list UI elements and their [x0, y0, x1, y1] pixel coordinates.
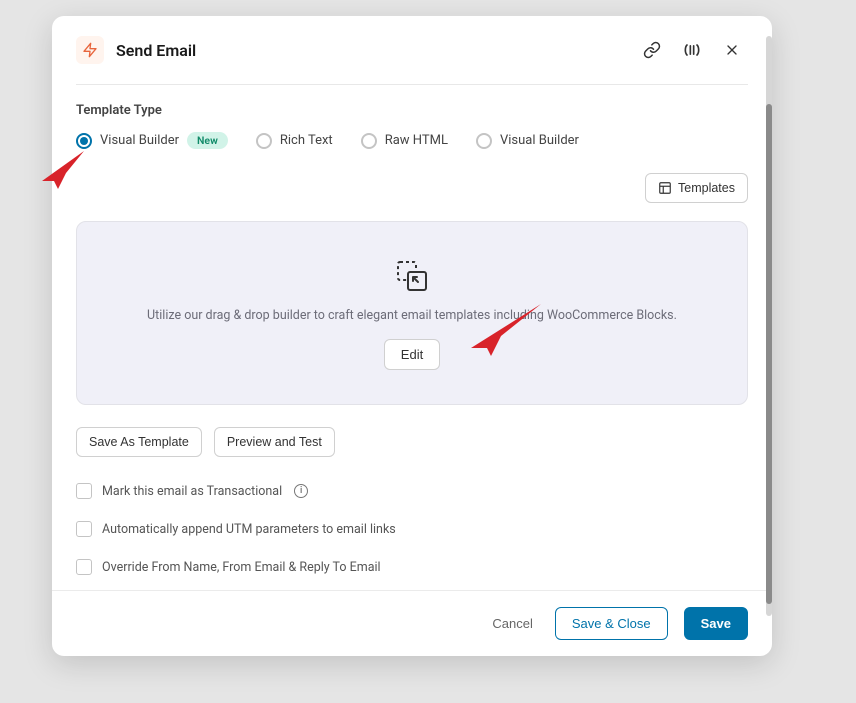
merge-tags-icon[interactable] [680, 38, 704, 62]
save-button[interactable]: Save [684, 607, 748, 640]
new-badge: New [187, 132, 228, 149]
checkbox-transactional[interactable]: Mark this email as Transactional i [76, 483, 748, 499]
templates-button-label: Templates [678, 181, 735, 195]
checkbox-icon [76, 559, 92, 575]
checkbox-override-from[interactable]: Override From Name, From Email & Reply T… [76, 559, 748, 575]
radio-icon [361, 133, 377, 149]
radio-visual-builder-2[interactable]: Visual Builder [476, 133, 579, 149]
template-type-radios: Visual Builder New Rich Text Raw HTML Vi… [76, 132, 748, 149]
edit-button[interactable]: Edit [384, 339, 440, 370]
lightning-icon [76, 36, 104, 64]
radio-label: Visual Builder [500, 133, 579, 148]
radio-rich-text[interactable]: Rich Text [256, 133, 333, 149]
radio-icon [76, 133, 92, 149]
templates-button[interactable]: Templates [645, 173, 748, 203]
cancel-button[interactable]: Cancel [486, 608, 538, 639]
send-email-modal: Send Email Template Type Visual Builder … [52, 16, 772, 656]
modal-title: Send Email [116, 41, 624, 60]
close-icon[interactable] [720, 38, 744, 62]
template-type-label: Template Type [76, 103, 748, 118]
action-row: Save As Template Preview and Test [76, 427, 748, 457]
save-as-template-button[interactable]: Save As Template [76, 427, 202, 457]
scrollbar-thumb[interactable] [766, 104, 772, 604]
templates-row: Templates [76, 173, 748, 203]
radio-icon [256, 133, 272, 149]
radio-visual-builder[interactable]: Visual Builder New [76, 132, 228, 149]
radio-label: Visual Builder [100, 133, 179, 148]
builder-box: Utilize our drag & drop builder to craft… [76, 221, 748, 405]
builder-icon [394, 258, 430, 294]
checkbox-label: Mark this email as Transactional [102, 484, 282, 499]
checkbox-label: Automatically append UTM parameters to e… [102, 522, 396, 537]
checkbox-utm[interactable]: Automatically append UTM parameters to e… [76, 521, 748, 537]
modal-content: Template Type Visual Builder New Rich Te… [52, 85, 772, 590]
checkbox-label: Override From Name, From Email & Reply T… [102, 560, 381, 575]
link-icon[interactable] [640, 38, 664, 62]
checkbox-icon [76, 521, 92, 537]
radio-icon [476, 133, 492, 149]
radio-label: Raw HTML [385, 133, 448, 148]
radio-label: Rich Text [280, 133, 333, 148]
modal-footer: Cancel Save & Close Save [52, 590, 772, 656]
save-and-close-button[interactable]: Save & Close [555, 607, 668, 640]
radio-raw-html[interactable]: Raw HTML [361, 133, 448, 149]
templates-icon [658, 181, 672, 195]
modal-header: Send Email [52, 16, 772, 72]
builder-description: Utilize our drag & drop builder to craft… [101, 308, 723, 323]
checkbox-icon [76, 483, 92, 499]
preview-and-test-button[interactable]: Preview and Test [214, 427, 335, 457]
info-icon[interactable]: i [294, 484, 308, 498]
